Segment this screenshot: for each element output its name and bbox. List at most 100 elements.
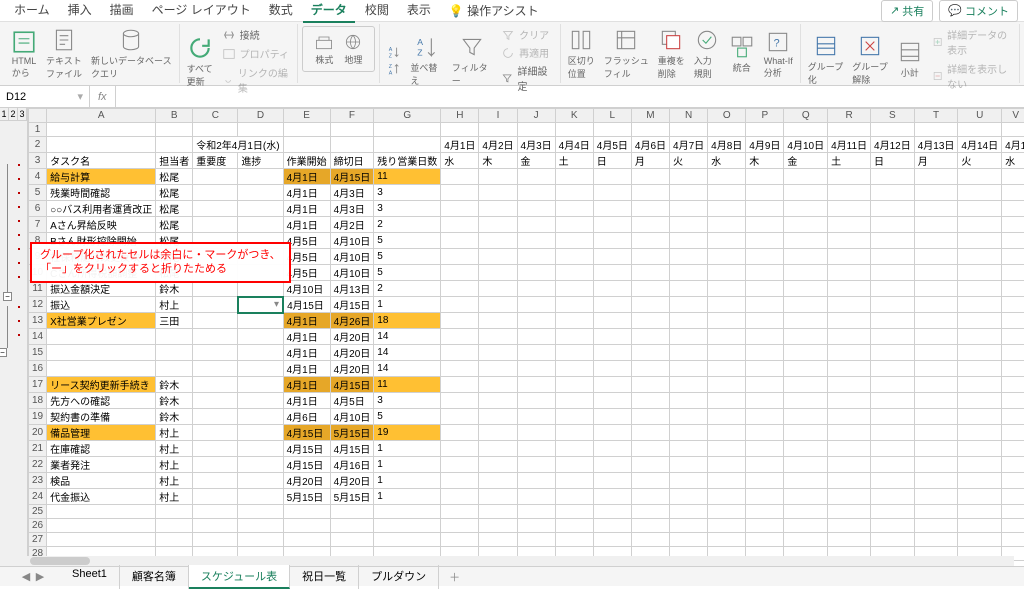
cell[interactable]	[1002, 185, 1024, 201]
cell[interactable]	[914, 409, 958, 425]
cell[interactable]	[555, 185, 593, 201]
cell[interactable]	[441, 441, 479, 457]
cell[interactable]	[670, 201, 708, 217]
cell[interactable]	[193, 217, 238, 233]
cell[interactable]	[441, 393, 479, 409]
cell[interactable]	[914, 249, 958, 265]
cell[interactable]	[914, 217, 958, 233]
cell[interactable]	[479, 361, 517, 377]
cell[interactable]	[479, 441, 517, 457]
stocks-button[interactable]: 株式	[311, 31, 337, 67]
cell[interactable]: 4月20日	[283, 473, 330, 489]
cell[interactable]	[708, 425, 746, 441]
cell[interactable]	[193, 457, 238, 473]
cell[interactable]	[958, 249, 1002, 265]
cell[interactable]	[479, 249, 517, 265]
cell[interactable]	[517, 345, 555, 361]
cell[interactable]: 村上	[156, 457, 193, 473]
col-header[interactable]: C	[193, 109, 238, 123]
cell[interactable]	[784, 473, 828, 489]
cell[interactable]	[746, 281, 784, 297]
cell[interactable]	[441, 281, 479, 297]
cell[interactable]: 4月3日	[330, 185, 374, 201]
row-header[interactable]: 17	[29, 377, 47, 393]
cell[interactable]	[828, 201, 871, 217]
cell[interactable]	[708, 329, 746, 345]
cell[interactable]	[828, 185, 871, 201]
cell[interactable]	[441, 329, 479, 345]
cell[interactable]	[631, 361, 669, 377]
cell[interactable]	[193, 377, 238, 393]
cell[interactable]	[631, 457, 669, 473]
cell[interactable]	[914, 313, 958, 329]
cell[interactable]	[517, 457, 555, 473]
cell[interactable]: 4月5日	[330, 393, 374, 409]
cell[interactable]	[479, 169, 517, 185]
cell[interactable]	[238, 409, 283, 425]
cell[interactable]	[593, 409, 631, 425]
text-to-columns-button[interactable]: 区切り 位置	[565, 26, 598, 81]
menu-tab[interactable]: 描画	[102, 0, 142, 23]
cell[interactable]	[631, 265, 669, 281]
outline-gutter[interactable]: 123 − −	[0, 108, 28, 570]
cell[interactable]	[517, 265, 555, 281]
cell[interactable]	[958, 265, 1002, 281]
row-header[interactable]: 13	[29, 313, 47, 329]
cell[interactable]	[746, 441, 784, 457]
cell[interactable]	[193, 393, 238, 409]
cell[interactable]	[593, 249, 631, 265]
cell[interactable]	[238, 393, 283, 409]
col-header[interactable]: D	[238, 109, 283, 123]
col-header[interactable]: E	[283, 109, 330, 123]
cell[interactable]	[555, 329, 593, 345]
cell[interactable]	[193, 345, 238, 361]
cell[interactable]	[517, 409, 555, 425]
cell[interactable]: 給与計算	[47, 169, 156, 185]
cell[interactable]	[784, 425, 828, 441]
cell[interactable]	[593, 361, 631, 377]
cell[interactable]	[958, 345, 1002, 361]
cell[interactable]	[441, 217, 479, 233]
cell[interactable]: 3	[374, 185, 441, 201]
cell[interactable]	[746, 297, 784, 313]
cell[interactable]: 5月15日	[330, 425, 374, 441]
cell[interactable]	[708, 457, 746, 473]
row-header[interactable]: 21	[29, 441, 47, 457]
cell[interactable]	[871, 409, 915, 425]
cell[interactable]	[871, 313, 915, 329]
col-header[interactable]: A	[47, 109, 156, 123]
data-validation-button[interactable]: 入力規則	[691, 26, 723, 81]
cell[interactable]: 村上	[156, 489, 193, 505]
cell[interactable]: 備品管理	[47, 425, 156, 441]
cell[interactable]	[593, 377, 631, 393]
cell[interactable]	[746, 489, 784, 505]
cell[interactable]	[1002, 329, 1024, 345]
cell[interactable]: 4月10日	[330, 409, 374, 425]
sort-az-button[interactable]: AZ	[384, 44, 404, 60]
row-header[interactable]: 26	[29, 519, 47, 533]
cell[interactable]	[746, 345, 784, 361]
cell[interactable]	[238, 201, 283, 217]
cell[interactable]: Aさん昇給反映	[47, 217, 156, 233]
row-header[interactable]: 2	[29, 137, 47, 153]
col-header[interactable]: J	[517, 109, 555, 123]
cell[interactable]: 4月1日	[283, 361, 330, 377]
refresh-all-button[interactable]: すべて 更新	[184, 34, 216, 89]
cell[interactable]	[555, 393, 593, 409]
col-header[interactable]	[29, 109, 47, 123]
cell[interactable]	[517, 233, 555, 249]
row-header[interactable]: 22	[29, 457, 47, 473]
cell[interactable]: 4月1日	[283, 393, 330, 409]
cell[interactable]	[1002, 201, 1024, 217]
cell[interactable]: 5	[374, 265, 441, 281]
cell[interactable]	[479, 201, 517, 217]
cell[interactable]: 1	[374, 489, 441, 505]
ungroup-button[interactable]: グループ 解除	[849, 32, 890, 87]
cell[interactable]	[441, 265, 479, 281]
cell[interactable]	[708, 345, 746, 361]
cell[interactable]	[593, 329, 631, 345]
cell[interactable]	[156, 329, 193, 345]
cell[interactable]	[914, 297, 958, 313]
cell[interactable]	[746, 217, 784, 233]
cell[interactable]	[631, 233, 669, 249]
